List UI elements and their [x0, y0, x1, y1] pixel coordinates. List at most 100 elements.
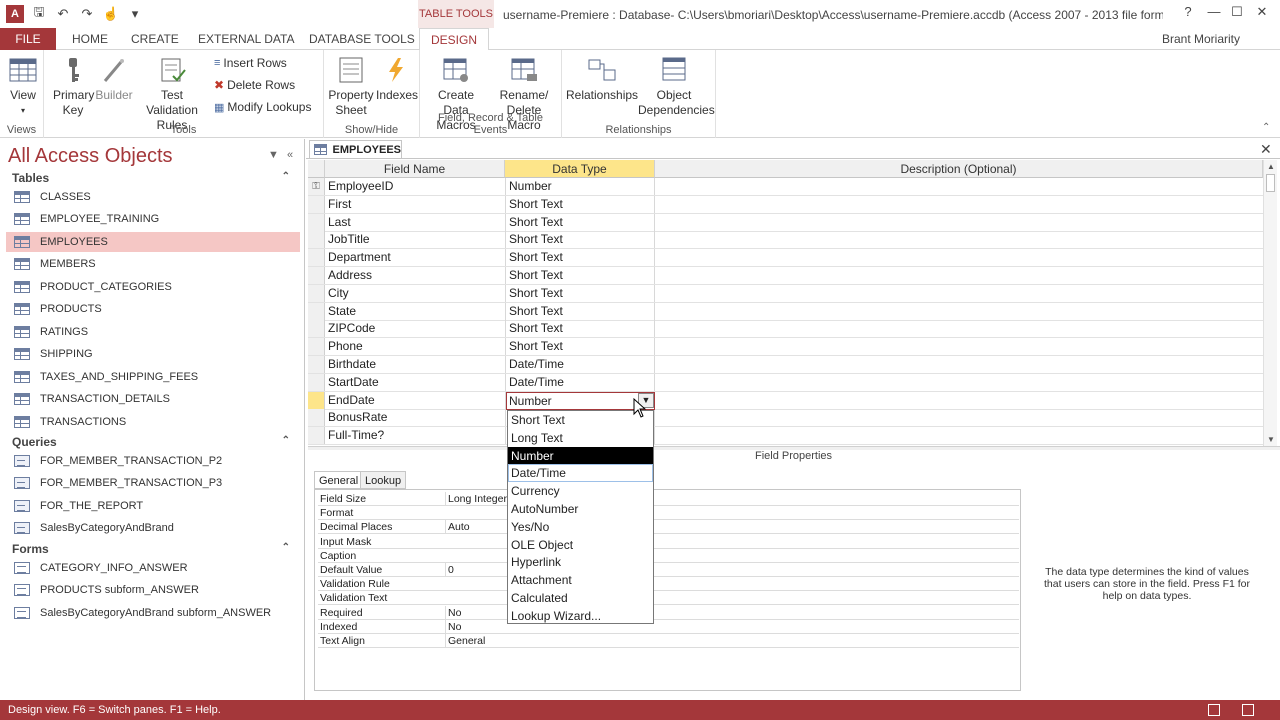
property-row[interactable]: Indexed No	[318, 619, 1019, 634]
undo-icon[interactable]: ↶	[54, 5, 72, 23]
property-row[interactable]: Caption	[318, 549, 1019, 563]
property-row[interactable]: Text Align General	[318, 634, 1019, 648]
nav-query-item[interactable]: SalesByCategoryAndBrand	[6, 518, 300, 538]
data-type-cell[interactable]: Short Text	[505, 231, 655, 249]
property-row[interactable]: Field Size Long Integer	[318, 492, 1019, 506]
table-row[interactable]: First Short Text	[308, 195, 1263, 214]
dropdown-option[interactable]: Attachment	[508, 571, 653, 589]
scroll-thumb[interactable]	[1266, 174, 1275, 192]
dropdown-option[interactable]: Long Text	[508, 429, 653, 447]
description-cell[interactable]	[656, 285, 1263, 302]
table-row[interactable]: Birthdate Date/Time	[308, 356, 1263, 374]
table-row[interactable]: ⚿ EmployeeID Number	[308, 178, 1263, 196]
field-name-cell[interactable]: EmployeeID	[328, 178, 504, 195]
field-name-cell[interactable]: State	[328, 303, 504, 320]
row-selector[interactable]	[308, 267, 325, 284]
field-name-cell[interactable]: JobTitle	[328, 231, 504, 248]
data-type-cell[interactable]: Short Text	[505, 284, 655, 302]
grid-vertical-scrollbar[interactable]: ▲ ▼	[1263, 160, 1277, 446]
shutter-bar-close-icon[interactable]: «	[287, 149, 293, 161]
data-type-cell[interactable]: Short Text	[505, 195, 655, 213]
description-cell[interactable]	[656, 427, 1263, 444]
nav-form-item[interactable]: SalesByCategoryAndBrand subform_ANSWER	[6, 603, 300, 623]
dropdown-option[interactable]: Number	[508, 446, 653, 465]
scroll-up-icon[interactable]: ▲	[1264, 162, 1278, 171]
property-row[interactable]: Default Value 0	[318, 563, 1019, 577]
table-row[interactable]: Full-Time?	[308, 427, 1263, 446]
datasheet-view-icon[interactable]	[1208, 704, 1220, 716]
property-row[interactable]: Required No	[318, 605, 1019, 620]
nav-table-item[interactable]: PRODUCT_CATEGORIES	[6, 277, 300, 297]
nav-table-item[interactable]: PRODUCTS	[6, 299, 300, 319]
nav-table-item[interactable]: MEMBERS	[6, 254, 300, 274]
test-validation-button[interactable]: Test Validation Rules	[134, 56, 210, 133]
nav-table-item[interactable]: TRANSACTIONS	[6, 412, 300, 432]
description-cell[interactable]	[656, 409, 1263, 426]
scroll-down-icon[interactable]: ▼	[1264, 435, 1278, 444]
dropdown-option[interactable]: Date/Time	[508, 464, 653, 483]
nav-table-item[interactable]: TRANSACTION_DETAILS	[6, 389, 300, 409]
nav-section-tables[interactable]: Tables ⌃	[12, 171, 294, 185]
table-row[interactable]: ZIPCode Short Text	[308, 320, 1263, 339]
field-name-cell[interactable]: Birthdate	[328, 356, 504, 373]
tab-design[interactable]: DESIGN	[419, 28, 489, 51]
tab-home[interactable]: HOME	[72, 28, 108, 50]
tab-database-tools[interactable]: DATABASE TOOLS	[309, 28, 415, 50]
save-icon[interactable]: 🖫	[30, 4, 48, 23]
row-selector[interactable]	[308, 356, 325, 373]
primary-key-button[interactable]: Primary Key	[52, 56, 94, 118]
column-header-field-name[interactable]: Field Name	[325, 160, 505, 178]
nav-menu-icon[interactable]: ▼	[268, 149, 279, 161]
row-selector[interactable]	[308, 391, 325, 409]
field-name-cell[interactable]: EndDate	[328, 392, 504, 409]
nav-query-item[interactable]: FOR_MEMBER_TRANSACTION_P3	[6, 473, 300, 493]
field-name-cell[interactable]: Address	[328, 267, 504, 284]
column-header-data-type[interactable]: Data Type	[505, 160, 655, 178]
view-button[interactable]: View ▾	[6, 56, 40, 118]
nav-table-item[interactable]: SHIPPING	[6, 344, 300, 364]
dropdown-option[interactable]: Yes/No	[508, 518, 653, 536]
row-selector[interactable]	[308, 231, 325, 249]
row-selector[interactable]	[308, 409, 325, 427]
data-type-cell[interactable]: Short Text	[505, 320, 655, 338]
nav-table-item[interactable]: TAXES_AND_SHIPPING_FEES	[6, 367, 300, 387]
data-type-cell[interactable]: Short Text	[505, 302, 655, 320]
nav-section-queries[interactable]: Queries ⌃	[12, 435, 294, 449]
user-name[interactable]: Brant Moriarity	[1162, 28, 1240, 50]
row-selector[interactable]	[308, 427, 325, 445]
field-name-cell[interactable]: Last	[328, 214, 504, 231]
column-header-description[interactable]: Description (Optional)	[655, 160, 1263, 178]
data-type-cell[interactable]: Short Text	[505, 338, 655, 356]
restore-button[interactable]: ☐	[1227, 4, 1247, 20]
dropdown-option[interactable]: AutoNumber	[508, 500, 653, 518]
table-row[interactable]: BonusRate	[308, 409, 1263, 428]
indexes-button[interactable]: Indexes	[376, 56, 418, 103]
insert-rows-button[interactable]: ≡ Insert Rows	[214, 56, 287, 70]
property-sheet-button[interactable]: Property Sheet	[328, 56, 374, 118]
table-row[interactable]: State Short Text	[308, 302, 1263, 321]
document-tab-employees[interactable]: EMPLOYEES	[309, 140, 402, 158]
close-document-icon[interactable]: ✕	[1260, 141, 1272, 158]
description-cell[interactable]	[656, 196, 1263, 213]
field-name-cell[interactable]: City	[328, 285, 504, 302]
nav-form-item[interactable]: CATEGORY_INFO_ANSWER	[6, 558, 300, 578]
redo-icon[interactable]: ↷	[78, 5, 96, 23]
nav-query-item[interactable]: FOR_THE_REPORT	[6, 496, 300, 516]
row-selector[interactable]	[308, 213, 325, 231]
modify-lookups-button[interactable]: ▦ Modify Lookups	[214, 100, 311, 114]
field-name-cell[interactable]: ZIPCode	[328, 320, 504, 337]
object-dependencies-button[interactable]: Object Dependencies	[638, 56, 715, 118]
field-name-cell[interactable]: Department	[328, 249, 504, 266]
property-row[interactable]: Validation Text	[318, 591, 1019, 606]
description-cell[interactable]	[656, 214, 1263, 231]
relationships-button[interactable]: Relationships	[566, 56, 638, 103]
table-row[interactable]: EndDate	[308, 391, 1263, 410]
dropdown-option[interactable]: Currency	[508, 482, 653, 500]
description-cell[interactable]	[656, 267, 1263, 284]
description-cell[interactable]	[656, 338, 1263, 355]
tab-general[interactable]: General	[314, 471, 364, 489]
design-view-icon[interactable]	[1242, 704, 1254, 716]
data-type-cell[interactable]: Number	[505, 178, 655, 195]
property-row[interactable]: Validation Rule	[318, 577, 1019, 592]
property-row[interactable]: Format	[318, 506, 1019, 521]
